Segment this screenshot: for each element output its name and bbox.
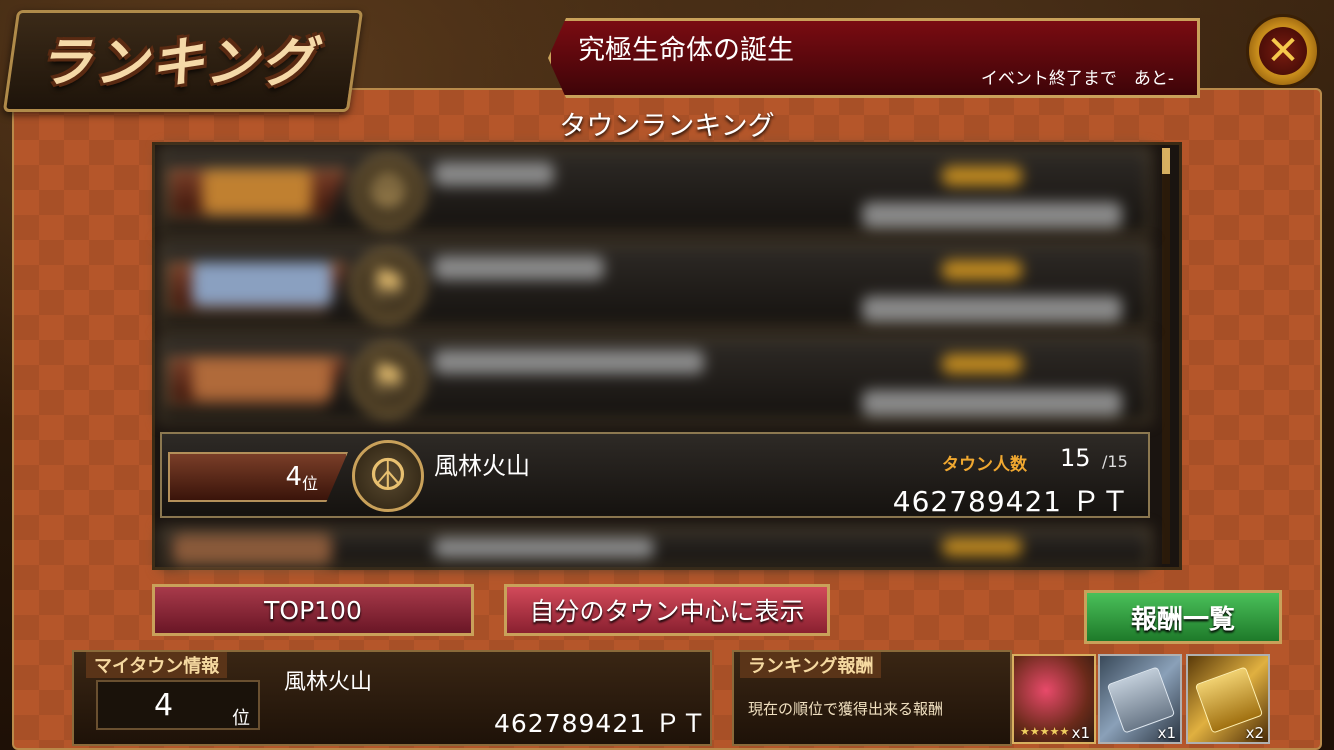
item-count: x1	[1157, 724, 1176, 742]
center-my-town-button[interactable]: 自分のタウン中心に表示	[504, 584, 830, 636]
top100-button[interactable]: TOP100	[152, 584, 474, 636]
ranking-reward-label: ランキング報酬	[740, 652, 882, 678]
member-max: /15	[1102, 452, 1128, 471]
blurred-content	[192, 356, 332, 400]
my-town-label: マイタウン情報	[86, 652, 228, 678]
ranking-row[interactable]	[160, 528, 1150, 568]
event-title: 究極生命体の誕生	[578, 35, 794, 66]
blurred-content	[942, 260, 1022, 280]
rank-number: 4	[285, 462, 302, 492]
close-icon: ✕	[1259, 27, 1307, 75]
ranking-row[interactable]: ☮	[160, 148, 1150, 234]
my-rank-number: 4	[154, 688, 174, 723]
rank-suffix: 位	[301, 474, 318, 493]
close-button[interactable]: ✕	[1246, 14, 1320, 88]
blurred-content	[434, 350, 704, 374]
member-count-label: タウン人数	[942, 455, 1027, 475]
blurred-content	[172, 534, 332, 564]
silver-ticket-icon[interactable]: x1	[1098, 654, 1182, 744]
town-emblem-icon: ⚑	[352, 344, 424, 416]
my-town-name: 風林火山	[284, 670, 373, 695]
section-title: タウンランキング	[559, 111, 775, 142]
ranking-row-my-town[interactable]: 4 位 ☮ 風林火山 タウン人数 15 /15 462789421 ＰＴ	[160, 432, 1150, 518]
rank-plate: 4 位	[168, 452, 348, 502]
blurred-content	[942, 166, 1022, 186]
my-rank-suffix: 位	[232, 708, 250, 729]
item-count: x2	[1245, 724, 1264, 742]
peace-icon: ☮	[352, 440, 424, 512]
page-title: ランキング	[38, 30, 317, 94]
reward-list-button[interactable]: 報酬一覧	[1084, 590, 1282, 644]
blurred-content	[434, 162, 554, 186]
blurred-content	[862, 202, 1122, 228]
scrollbar-thumb[interactable]	[1162, 148, 1170, 174]
event-remaining-time: イベント終了まで あと-	[980, 69, 1174, 89]
character-card-icon[interactable]: ★★★★★ x1	[1012, 654, 1096, 744]
blurred-content	[434, 538, 654, 558]
ranking-row[interactable]: ⚑	[160, 242, 1150, 328]
item-count: x1	[1071, 724, 1090, 742]
member-count: 15	[1060, 444, 1091, 472]
town-emblem-icon: ☮	[352, 156, 424, 228]
ranking-row[interactable]: ⚑	[160, 336, 1150, 422]
blurred-content	[942, 538, 1022, 556]
blurred-content	[942, 354, 1022, 374]
star-rating-icon: ★★★★★	[1020, 725, 1070, 738]
ranking-scrollbar[interactable]	[1162, 148, 1170, 564]
ranking-reward-description: 現在の順位で獲得出来る報酬	[748, 700, 944, 718]
blurred-content	[202, 170, 312, 214]
town-name: 風林火山	[434, 452, 530, 480]
blurred-content	[862, 296, 1122, 322]
blurred-content	[434, 256, 604, 280]
my-town-points: 462789421 ＰＴ	[494, 709, 708, 738]
gold-ticket-icon[interactable]: x2	[1186, 654, 1270, 744]
town-points: 462789421 ＰＴ	[892, 485, 1130, 518]
town-emblem-icon: ⚑	[352, 250, 424, 322]
blurred-content	[192, 262, 332, 306]
blurred-content	[862, 390, 1122, 416]
